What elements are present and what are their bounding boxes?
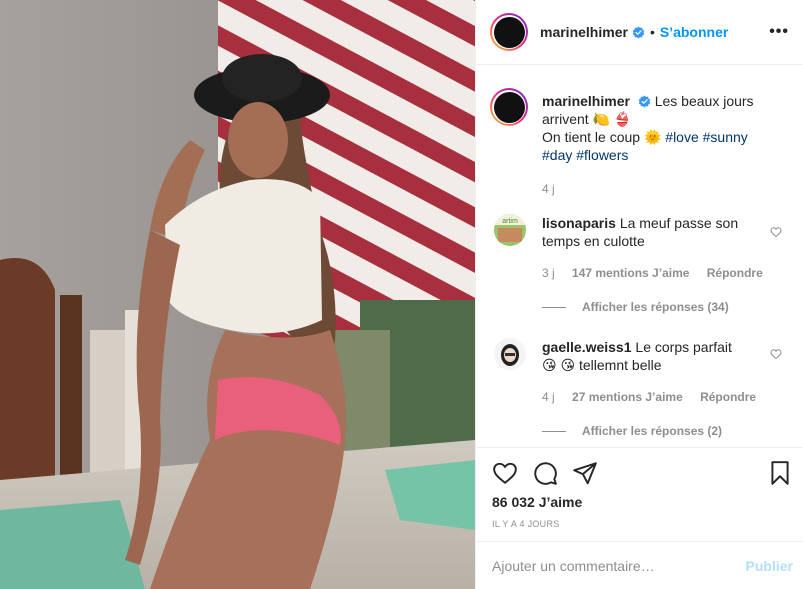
comment-text: gaelle.weiss1 Le corps parfait 😘 😘 telle…: [542, 338, 742, 374]
post-sidebar: marinelhimer • S’abonner ••• marinelhime…: [475, 0, 803, 589]
hashtag-sunny[interactable]: #sunny: [703, 129, 748, 145]
verified-badge-icon: [632, 26, 645, 38]
comment-like-heart-icon[interactable]: [770, 348, 782, 360]
comment-timestamp[interactable]: 4 j: [542, 390, 555, 404]
replies-divider: [542, 306, 566, 308]
verified-badge-icon: [638, 95, 651, 108]
caption-author-avatar[interactable]: [490, 88, 528, 126]
comment-content-b: tellemnt belle: [579, 357, 662, 373]
post-header: marinelhimer • S’abonner •••: [476, 0, 803, 65]
author-avatar[interactable]: [490, 13, 528, 51]
commenter-username[interactable]: gaelle.weiss1: [542, 339, 632, 355]
view-replies-button[interactable]: Afficher les réponses (2): [542, 424, 722, 438]
caption-timestamp[interactable]: 4 j: [542, 180, 777, 198]
comment-likes-count[interactable]: 27 mentions J’aime: [572, 390, 683, 404]
comment-likes-count[interactable]: 147 mentions J’aime: [572, 266, 689, 280]
caption-text: marinelhimer Les beaux jours arrivent 🍋 …: [542, 92, 777, 198]
comment-meta: 3 j 147 mentions J’aime Répondre: [542, 266, 777, 280]
reply-button[interactable]: Répondre: [700, 390, 756, 404]
comment-text: lisonaparis La meuf passe son temps en c…: [542, 214, 742, 250]
heart-icon[interactable]: [492, 460, 518, 486]
lemon-emoji: 🍋: [592, 111, 611, 127]
caption-line-2: On tient le coup: [542, 129, 641, 145]
reply-button[interactable]: Répondre: [707, 266, 763, 280]
comment-content-a: Le corps parfait: [635, 339, 732, 355]
comment-input[interactable]: Ajouter un commentaire…: [492, 558, 655, 574]
comment-timestamp[interactable]: 3 j: [542, 266, 555, 280]
replies-divider: [542, 430, 566, 432]
commenter-avatar[interactable]: artim: [494, 214, 526, 246]
comment-icon[interactable]: [532, 460, 558, 486]
post-timestamp[interactable]: IL Y A 4 JOURS: [492, 519, 560, 529]
commenter-avatar[interactable]: [494, 338, 526, 370]
hashtag-day[interactable]: #day: [542, 147, 572, 163]
comment-meta: 4 j 27 mentions J’aime Répondre: [542, 390, 770, 404]
kiss-emoji: 😘: [542, 357, 557, 373]
svg-text:artim: artim: [502, 218, 518, 225]
sun-emoji: 🌞: [643, 129, 662, 145]
view-replies-label: Afficher les réponses (2): [582, 424, 723, 438]
author-username[interactable]: marinelhimer: [540, 24, 628, 40]
follow-button[interactable]: S’abonner: [660, 24, 728, 40]
bikini-emoji: 👙: [613, 111, 632, 127]
add-comment-bar: Ajouter un commentaire… Publier: [476, 541, 803, 589]
caption-username[interactable]: marinelhimer: [542, 93, 630, 109]
post-actions: 86 032 J’aime IL Y A 4 JOURS: [476, 447, 803, 541]
hashtag-flowers[interactable]: #flowers: [576, 147, 628, 163]
comment-like-heart-icon[interactable]: [770, 226, 782, 238]
bookmark-icon[interactable]: [767, 460, 793, 486]
separator-dot: •: [649, 24, 655, 40]
post-photo[interactable]: [0, 0, 475, 589]
comments-section[interactable]: marinelhimer Les beaux jours arrivent 🍋 …: [476, 66, 803, 447]
more-options-icon[interactable]: •••: [769, 23, 789, 41]
hashtag-love[interactable]: #love: [665, 129, 698, 145]
kiss-emoji: 😘: [560, 357, 576, 373]
view-replies-label: Afficher les réponses (34): [582, 300, 729, 314]
likes-count[interactable]: 86 032 J’aime: [492, 494, 582, 510]
photo-illustration: [0, 0, 475, 589]
commenter-username[interactable]: lisonaparis: [542, 215, 616, 231]
publish-button[interactable]: Publier: [746, 558, 793, 574]
paper-plane-icon[interactable]: [572, 460, 598, 486]
view-replies-button[interactable]: Afficher les réponses (34): [542, 300, 729, 314]
